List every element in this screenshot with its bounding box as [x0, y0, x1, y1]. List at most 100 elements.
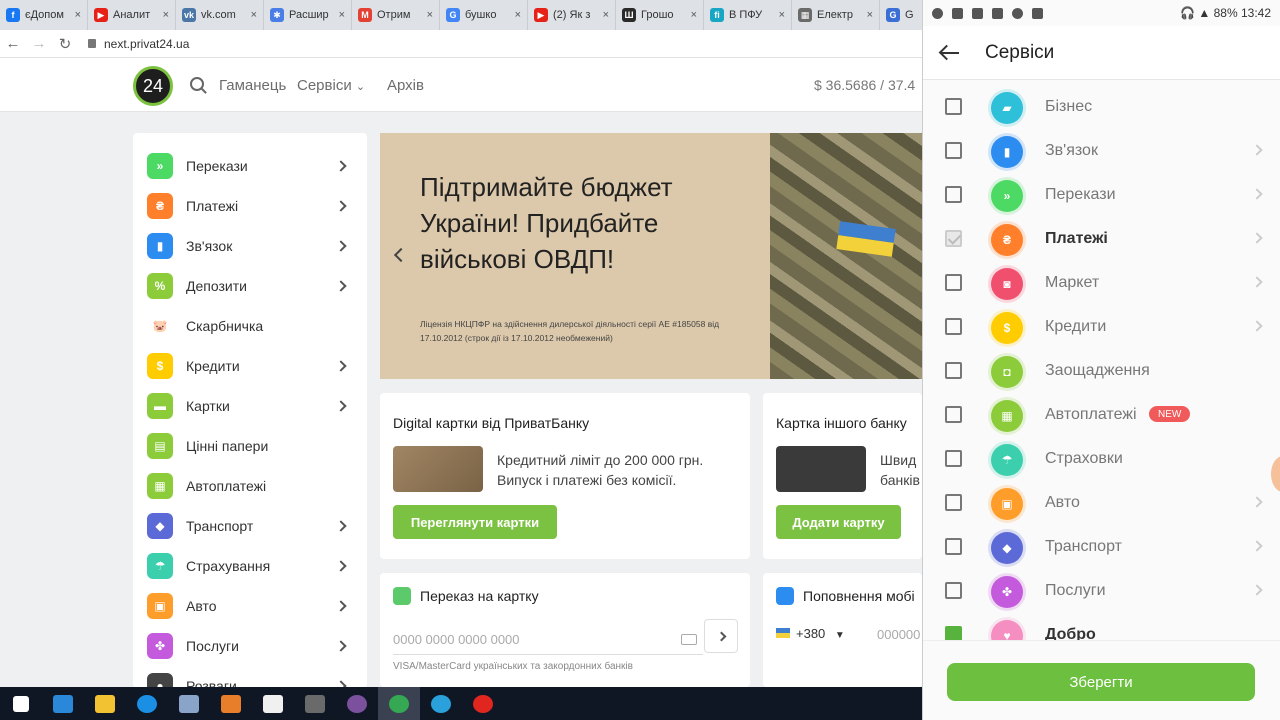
close-icon[interactable]: ×: [867, 9, 873, 21]
close-icon[interactable]: ×: [427, 9, 433, 21]
browser-tab[interactable]: ✱ Расшир ×: [264, 0, 352, 30]
service-checkbox[interactable]: [945, 186, 962, 203]
browser-tab[interactable]: Ш Грошо ×: [616, 0, 704, 30]
taskbar-button[interactable]: [420, 687, 462, 720]
browser-tab[interactable]: Gбушко ×: [440, 0, 528, 30]
close-icon[interactable]: ×: [339, 9, 345, 21]
service-checkbox[interactable]: [945, 362, 962, 379]
menu-item[interactable]: 🐷 Скарбничка: [147, 311, 353, 341]
privat24-logo[interactable]: 24: [133, 66, 173, 106]
menu-item[interactable]: ▬ Картки: [147, 391, 353, 421]
taskbar-button[interactable]: [0, 687, 42, 720]
service-checkbox[interactable]: [945, 582, 962, 599]
forward-icon[interactable]: →: [26, 35, 52, 52]
taskbar-button[interactable]: [168, 687, 210, 720]
browser-tab[interactable]: fi В ПФУ ×: [704, 0, 792, 30]
taskbar-button[interactable]: [210, 687, 252, 720]
close-icon[interactable]: ×: [251, 9, 257, 21]
service-row[interactable]: ▣ Авто: [923, 482, 1280, 526]
card-number-input[interactable]: 0000 0000 0000 0000: [393, 625, 703, 655]
url-field[interactable]: next.privat24.ua: [88, 37, 189, 51]
service-checkbox[interactable]: [945, 406, 962, 423]
close-icon[interactable]: ×: [515, 9, 521, 21]
browser-tab[interactable]: ▶ Аналит ×: [88, 0, 176, 30]
search-icon[interactable]: [190, 77, 204, 91]
browser-tab[interactable]: f єДопом ×: [0, 0, 88, 30]
close-icon[interactable]: ×: [779, 9, 785, 21]
back-icon[interactable]: ←: [0, 35, 26, 52]
service-row[interactable]: ▰ Бізнес: [923, 86, 1280, 130]
close-icon[interactable]: ×: [75, 9, 81, 21]
taskbar-button[interactable]: [336, 687, 378, 720]
service-checkbox[interactable]: [945, 98, 962, 115]
menu-item[interactable]: ◆ Транспорт: [147, 511, 353, 541]
chevron-left-icon[interactable]: [393, 247, 409, 263]
view-cards-button[interactable]: Переглянути картки: [393, 505, 557, 539]
phone-number-input[interactable]: 000000: [877, 627, 920, 642]
card-scan-icon[interactable]: [681, 634, 697, 645]
service-row[interactable]: ▮ Зв'язок: [923, 130, 1280, 174]
service-label: Платежі: [1045, 230, 1108, 247]
transfer-next-button[interactable]: [704, 619, 738, 653]
taskbar-button[interactable]: [42, 687, 84, 720]
service-checkbox[interactable]: [945, 274, 962, 291]
taskbar-button[interactable]: [126, 687, 168, 720]
service-row[interactable]: ☂ Страховки: [923, 438, 1280, 482]
menu-item[interactable]: ₴ Платежі: [147, 191, 353, 221]
service-row[interactable]: ◆ Транспорт: [923, 526, 1280, 570]
service-row[interactable]: ₴ Платежі: [923, 218, 1280, 262]
other-bank-card: Картка іншого банку Швид банків Додати к…: [763, 393, 922, 559]
menu-item[interactable]: % Депозити: [147, 271, 353, 301]
menu-item[interactable]: ● Розваги: [147, 671, 353, 688]
service-checkbox[interactable]: [945, 538, 962, 555]
nav-services[interactable]: Сервіси ⌄: [297, 77, 365, 94]
menu-item[interactable]: ▤ Цінні папери: [147, 431, 353, 461]
browser-tab[interactable]: ▶ (2) Як з ×: [528, 0, 616, 30]
menu-item[interactable]: ☂ Страхування: [147, 551, 353, 581]
nav-wallet[interactable]: Гаманець: [219, 77, 286, 94]
service-row[interactable]: ◙ Маркет: [923, 262, 1280, 306]
service-row[interactable]: ◘ Заощадження: [923, 350, 1280, 394]
service-row[interactable]: ✤ Послуги: [923, 570, 1280, 614]
taskbar-button[interactable]: [378, 687, 420, 720]
service-row[interactable]: ▦ Автоплатежі NEW: [923, 394, 1280, 438]
promo-banner[interactable]: Підтримайте бюджет України! Придбайте ві…: [380, 133, 922, 379]
menu-item[interactable]: ▮ Зв'язок: [147, 231, 353, 261]
browser-tab[interactable]: vk vk.com ×: [176, 0, 264, 30]
close-icon[interactable]: ×: [163, 9, 169, 21]
card-number-placeholder: 0000 0000 0000 0000: [393, 632, 520, 647]
country-code-select[interactable]: +380 ▼: [796, 626, 845, 641]
service-row[interactable]: » Перекази: [923, 174, 1280, 218]
menu-item-label: Страхування: [186, 558, 271, 574]
service-row[interactable]: $ Кредити: [923, 306, 1280, 350]
reload-icon[interactable]: ↻: [52, 35, 78, 53]
service-checkbox[interactable]: [945, 230, 962, 247]
service-checkbox[interactable]: [945, 142, 962, 159]
nav-archive[interactable]: Архів: [387, 77, 424, 94]
menu-item[interactable]: » Перекази: [147, 151, 353, 181]
menu-item[interactable]: ▦ Автоплатежі: [147, 471, 353, 501]
service-checkbox[interactable]: [945, 450, 962, 467]
service-label: Маркет: [1045, 274, 1100, 291]
service-checkbox[interactable]: [945, 494, 962, 511]
menu-item[interactable]: ▣ Авто: [147, 591, 353, 621]
close-icon[interactable]: ×: [691, 9, 697, 21]
taskbar-button[interactable]: [462, 687, 504, 720]
menu-item[interactable]: $ Кредити: [147, 351, 353, 381]
browser-tab[interactable]: M Отрим ×: [352, 0, 440, 30]
taskbar-button[interactable]: [84, 687, 126, 720]
taskbar-button[interactable]: [294, 687, 336, 720]
menu-item-icon: 🐷: [147, 313, 173, 339]
menu-item[interactable]: ✤ Послуги: [147, 631, 353, 661]
banner-title: Підтримайте бюджет України! Придбайте ві…: [420, 172, 673, 274]
add-card-button[interactable]: Додати картку: [776, 505, 901, 539]
service-label: Кредити: [1045, 318, 1107, 335]
taskbar-button[interactable]: [252, 687, 294, 720]
close-icon[interactable]: ×: [603, 9, 609, 21]
browser-tab[interactable]: GG×: [880, 0, 922, 30]
arrow-left-icon[interactable]: [941, 52, 959, 54]
save-button[interactable]: Зберегти: [947, 663, 1255, 701]
browser-tab[interactable]: ▦ Електр ×: [792, 0, 880, 30]
chevron-right-icon: [716, 631, 726, 641]
service-checkbox[interactable]: [945, 318, 962, 335]
